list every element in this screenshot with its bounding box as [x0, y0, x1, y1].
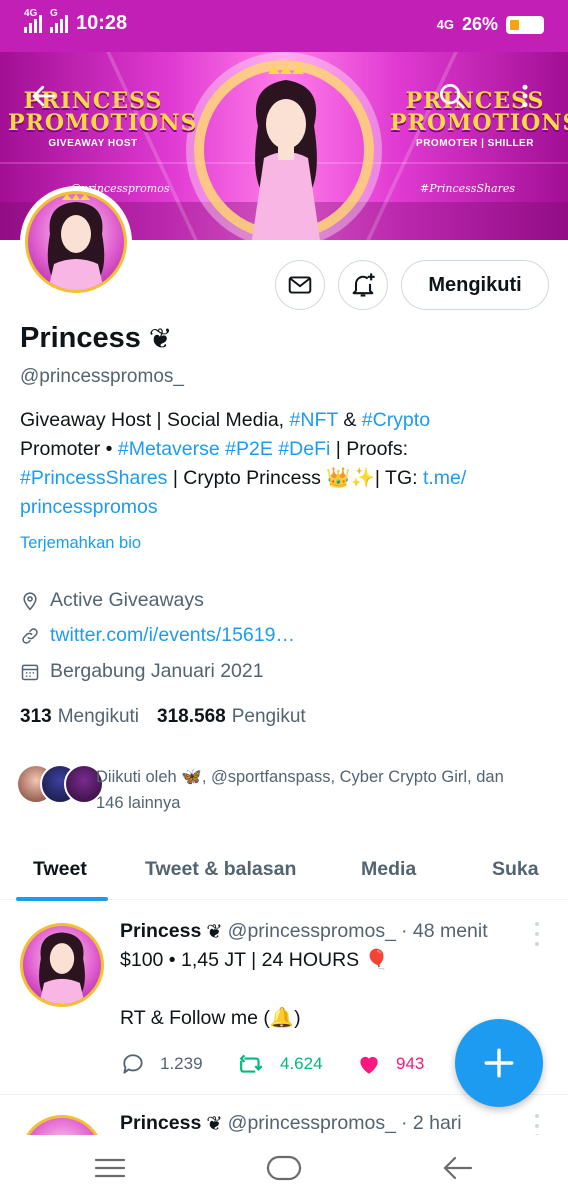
tab-tweets[interactable]: Tweet: [33, 840, 87, 898]
retweet-button[interactable]: 4.624: [238, 1051, 356, 1077]
back-arrow-icon: [443, 1156, 473, 1180]
mail-icon: [288, 276, 312, 294]
location-pin-icon: [23, 591, 37, 610]
following-button[interactable]: Mengikuti: [401, 260, 549, 310]
status-bar: 4G G 10:28 4G 26%: [0, 0, 568, 52]
tab-likes[interactable]: Suka: [492, 840, 539, 898]
hashtag-link[interactable]: #Crypto: [362, 409, 430, 431]
tweet-header: Princess ❦ @princesspromos_ · 48 menit: [120, 920, 488, 943]
telegram-link[interactable]: t.me/: [423, 467, 466, 489]
retweet-icon: [239, 1054, 263, 1073]
arrow-left-icon: [32, 85, 56, 107]
tab-media[interactable]: Media: [361, 840, 416, 898]
hashtag-link[interactable]: #P2E: [225, 438, 273, 460]
profile-tabs: Tweet Tweet & balasan Media Suka: [0, 840, 568, 900]
back-button[interactable]: [22, 74, 66, 118]
profile-name: Princess ❦: [20, 322, 173, 355]
recent-apps-button[interactable]: [80, 1150, 140, 1186]
signal-icon: 4G: [24, 8, 42, 33]
search-icon: [440, 84, 465, 109]
more-vertical-icon: [522, 84, 528, 108]
profile-bio: Giveaway Host | Social Media, #NFT & #Cr…: [20, 409, 467, 518]
followed-by-text[interactable]: Diikuti oleh 🦋, @sportfanspass, Cyber Cr…: [96, 764, 556, 816]
network-type: 4G: [436, 17, 454, 32]
tweet-actions: 1.239 4.624 943: [120, 1051, 474, 1077]
banner-tag-right: #PrincessShares: [420, 182, 516, 195]
system-nav-bar: [0, 1136, 568, 1200]
profile-handle: @princesspromos_: [20, 366, 184, 387]
hashtag-link[interactable]: #Metaverse: [118, 438, 220, 460]
notifications-button[interactable]: [338, 260, 388, 310]
home-pill-icon: [266, 1155, 302, 1181]
follow-counts: 313 Mengikuti 318.568 Pengikut: [20, 706, 306, 728]
profile-avatar[interactable]: [20, 186, 132, 298]
followed-by-avatars[interactable]: [16, 764, 104, 804]
calendar-icon: [21, 664, 39, 680]
telegram-link-cont[interactable]: princesspromos: [20, 496, 158, 518]
tweet-header: Princess ❦ @princesspromos_ · 2 hari: [120, 1112, 462, 1135]
search-button[interactable]: [430, 74, 474, 118]
tweet-avatar[interactable]: [20, 923, 104, 1007]
signal-icon-2: G: [50, 8, 68, 33]
translate-bio-link[interactable]: Terjemahkan bio: [20, 534, 141, 553]
plus-icon: [484, 1048, 514, 1078]
system-back-button[interactable]: [428, 1150, 488, 1186]
more-options-button[interactable]: [503, 74, 547, 118]
link-icon: [22, 627, 38, 644]
compose-tweet-button[interactable]: [455, 1019, 543, 1107]
heart-icon: [360, 1056, 378, 1074]
status-time: 10:28: [76, 12, 128, 34]
followers-count[interactable]: 318.568 Pengikut: [157, 706, 306, 728]
profile-location: Active Giveaways: [20, 589, 204, 612]
home-button[interactable]: [254, 1150, 314, 1186]
hashtag-link[interactable]: #DeFi: [278, 438, 330, 460]
hashtag-link[interactable]: #NFT: [290, 409, 338, 431]
tweet-more-button[interactable]: [530, 1114, 544, 1135]
banner-portrait-illustration: [252, 66, 320, 240]
battery-percent: 26%: [461, 14, 498, 34]
message-button[interactable]: [275, 260, 325, 310]
following-count[interactable]: 313 Mengikuti: [20, 706, 139, 728]
avatar-portrait: [47, 194, 105, 290]
tab-tweets-replies[interactable]: Tweet & balasan: [145, 840, 296, 898]
reply-icon: [123, 1054, 143, 1074]
hashtag-link[interactable]: #PrincessShares: [20, 467, 167, 489]
avatar-portrait: [39, 932, 85, 1004]
reply-button[interactable]: 1.239: [120, 1051, 238, 1077]
name-emoji: ❦: [148, 322, 173, 355]
tweet-text: $100 • 1,45 JT | 24 HOURS 🎈 RT & Follow …: [120, 949, 389, 1029]
menu-icon: [94, 1158, 126, 1178]
bell-plus-icon: [352, 273, 375, 297]
tweet-more-button[interactable]: [530, 922, 544, 946]
profile-joined: Bergabung Januari 2021: [20, 660, 264, 683]
battery-icon: [506, 15, 544, 34]
profile-website[interactable]: twitter.com/i/events/15619…: [20, 624, 295, 647]
tweet-avatar[interactable]: [20, 1115, 104, 1135]
